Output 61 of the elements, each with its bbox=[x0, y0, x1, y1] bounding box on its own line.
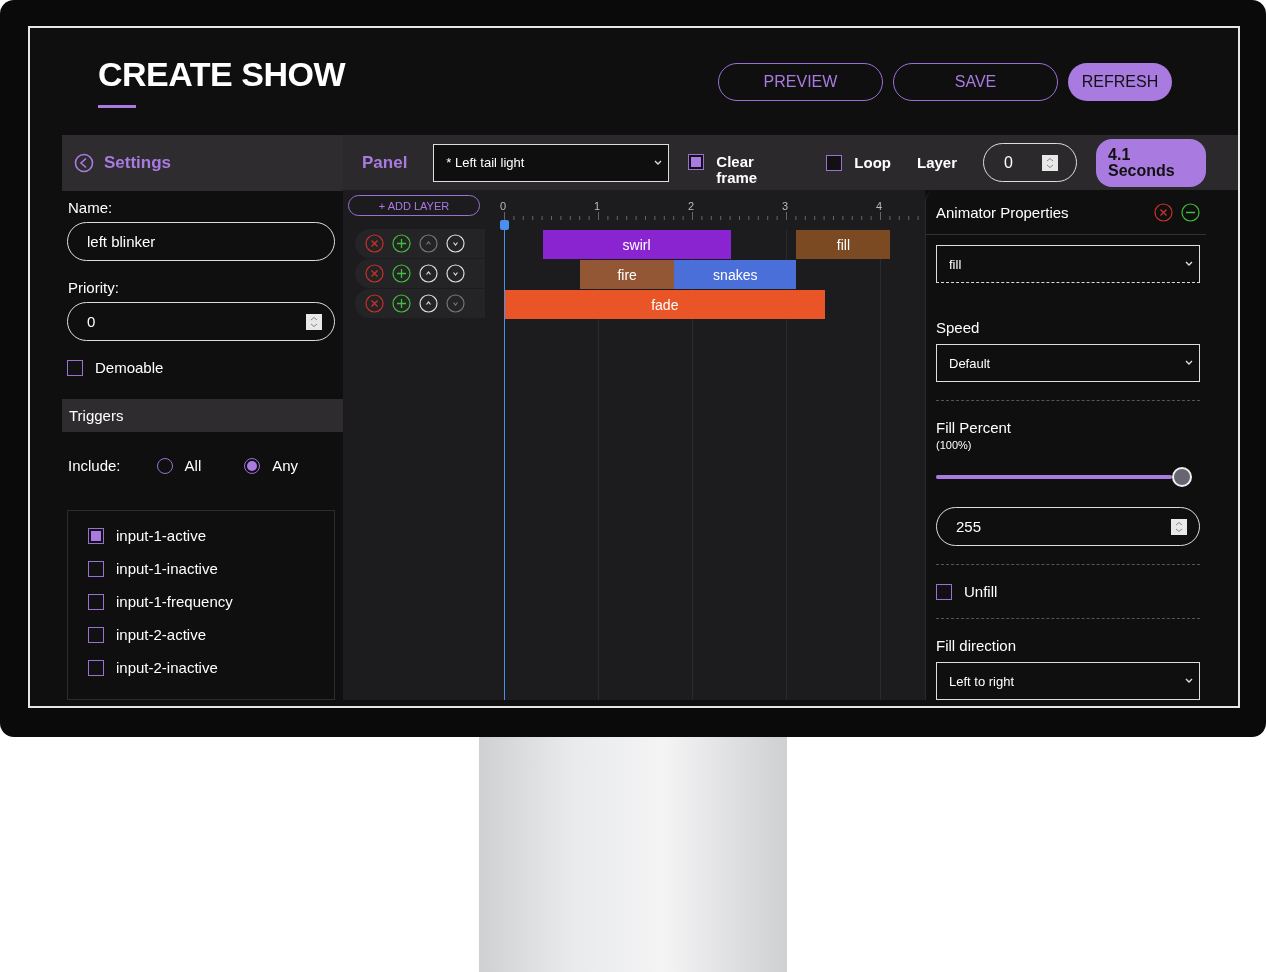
field-label: Speed bbox=[936, 319, 981, 336]
checkbox-label: Loop bbox=[854, 154, 891, 171]
timeline-clip[interactable]: fade bbox=[505, 290, 825, 319]
checkbox[interactable] bbox=[88, 560, 104, 577]
trigger-label: input-1-frequency bbox=[116, 593, 233, 610]
triggers-header: Triggers bbox=[62, 399, 343, 432]
checkbox[interactable] bbox=[88, 527, 104, 544]
timeline-clip[interactable]: swirl bbox=[542, 230, 731, 259]
field-label: Fill Percent bbox=[936, 419, 1013, 436]
trigger-label: input-2-inactive bbox=[116, 659, 218, 676]
checkbox[interactable] bbox=[67, 359, 83, 376]
field-label: Name: bbox=[67, 198, 114, 216]
include-label: Include: bbox=[68, 457, 121, 474]
animator-select[interactable]: fill bbox=[936, 245, 1200, 283]
radio-label: All bbox=[184, 457, 202, 474]
timeline-clip[interactable]: fill bbox=[796, 230, 891, 259]
field-label: Fill direction bbox=[936, 637, 1018, 654]
checkbox[interactable] bbox=[88, 659, 104, 676]
checkbox[interactable] bbox=[88, 593, 104, 610]
duration-badge: 4.1 Seconds bbox=[1096, 138, 1207, 187]
close-icon[interactable] bbox=[365, 234, 384, 253]
checkbox[interactable] bbox=[826, 154, 843, 171]
panel-select[interactable]: * Left tail light bbox=[433, 143, 670, 182]
field-label: Priority: bbox=[67, 278, 120, 296]
close-icon[interactable] bbox=[365, 264, 384, 283]
tick-label: 0 bbox=[500, 200, 507, 212]
percent-value: (100%) bbox=[936, 439, 973, 451]
checkbox-label: Demoable bbox=[95, 359, 164, 376]
plus-icon[interactable] bbox=[392, 234, 411, 253]
direction-select[interactable]: Left to right bbox=[936, 662, 1200, 700]
panel-title: Animator Properties bbox=[936, 203, 1069, 221]
radio-label: Any bbox=[272, 457, 299, 474]
settings-title: Settings bbox=[104, 153, 172, 173]
page-title: CREATE SHOW bbox=[98, 55, 345, 95]
tick-label: 2 bbox=[688, 200, 695, 212]
tick-label: 4 bbox=[876, 200, 883, 212]
trigger-label: input-2-active bbox=[116, 626, 207, 643]
plus-icon[interactable] bbox=[392, 294, 411, 313]
tick-label: 3 bbox=[782, 200, 789, 212]
speed-select[interactable]: Default bbox=[936, 344, 1200, 382]
timeline-clip[interactable]: fire bbox=[580, 260, 675, 289]
checkbox[interactable] bbox=[688, 154, 705, 170]
panel-label: Panel bbox=[362, 152, 408, 173]
close-icon[interactable] bbox=[365, 294, 384, 313]
checkbox[interactable] bbox=[88, 626, 104, 643]
close-icon[interactable] bbox=[1154, 202, 1173, 222]
back-icon[interactable] bbox=[74, 153, 94, 173]
title-underline bbox=[98, 105, 136, 108]
timeline-clip[interactable]: snakes bbox=[674, 260, 797, 289]
trigger-label: input-1-active bbox=[116, 527, 207, 544]
checkbox-label: Unfill bbox=[964, 583, 998, 600]
minus-icon[interactable] bbox=[1181, 202, 1200, 222]
tick-label: 1 bbox=[594, 200, 601, 212]
layer-label: Layer bbox=[917, 154, 958, 171]
primary-button[interactable]: REFRESH bbox=[1068, 62, 1172, 101]
checkbox-label: Clear frame bbox=[716, 154, 759, 186]
playhead-handle[interactable] bbox=[500, 220, 509, 230]
plus-icon[interactable] bbox=[392, 264, 411, 283]
checkbox[interactable] bbox=[936, 583, 952, 600]
trigger-label: input-1-inactive bbox=[116, 560, 218, 577]
slider-thumb[interactable] bbox=[1172, 467, 1192, 487]
